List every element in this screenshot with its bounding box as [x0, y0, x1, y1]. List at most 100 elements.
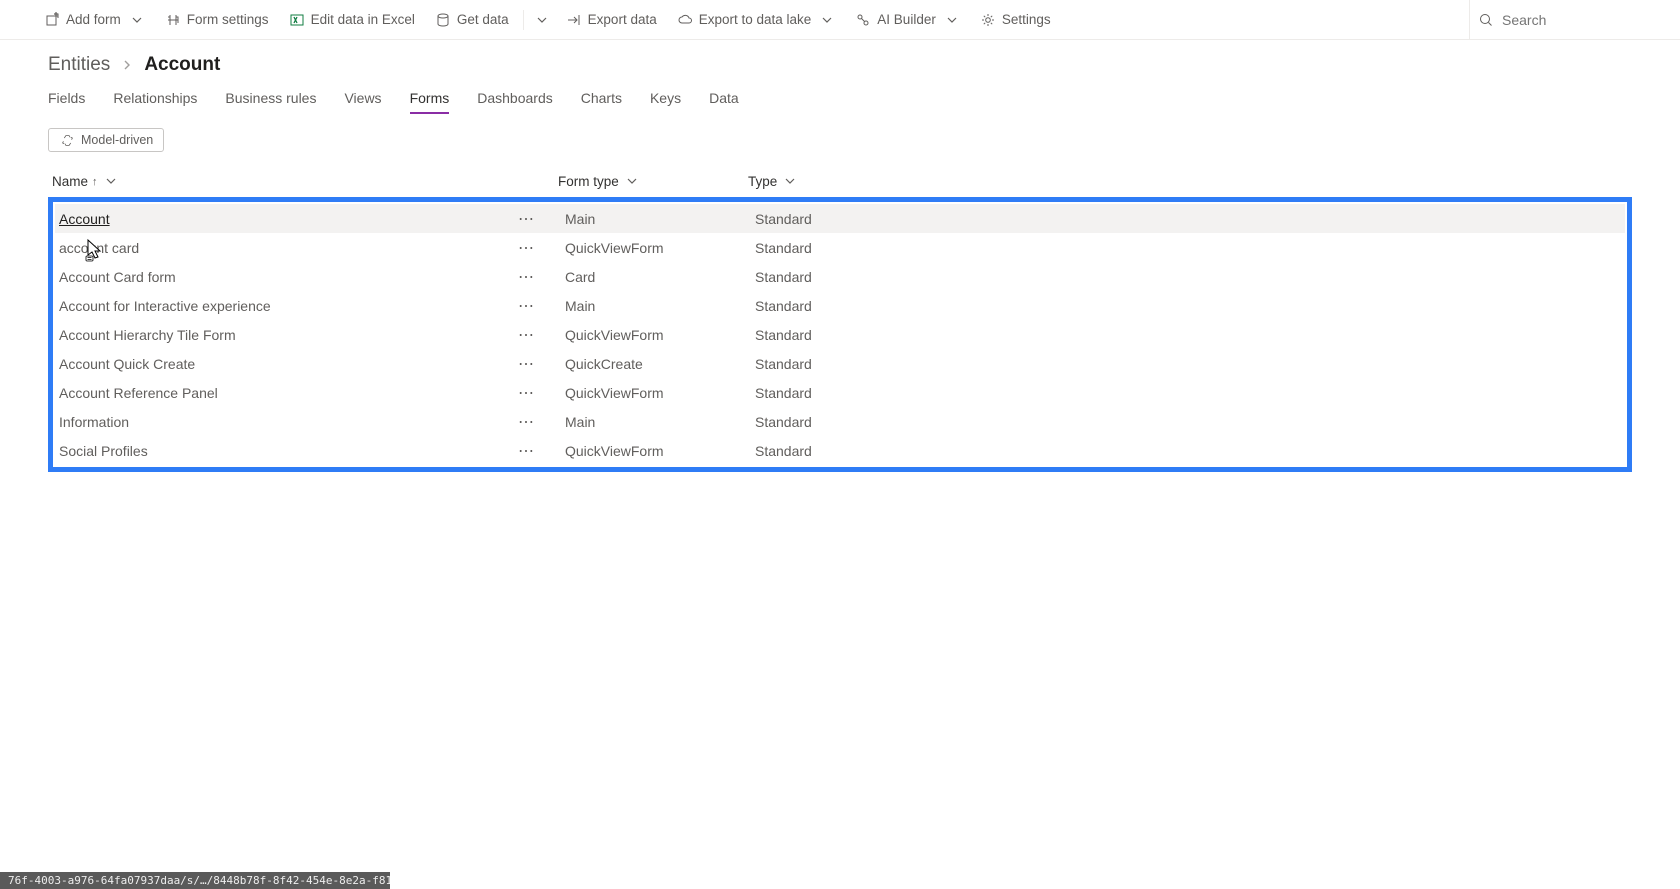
form-name-link[interactable]: Account Quick Create [59, 356, 195, 372]
form-name-link[interactable]: Account Reference Panel [59, 385, 218, 401]
settings-label: Settings [1002, 12, 1051, 27]
export-data-button[interactable]: Export data [556, 0, 667, 39]
add-form-button[interactable]: Add form [34, 0, 155, 39]
form-settings-label: Form settings [187, 12, 269, 27]
col-formtype[interactable]: Form type [558, 174, 748, 189]
tab-data[interactable]: Data [709, 90, 739, 114]
edit-excel-button[interactable]: Edit data in Excel [279, 0, 425, 39]
breadcrumb-root[interactable]: Entities [48, 54, 110, 76]
search-box[interactable] [1469, 0, 1650, 39]
cloud-icon [677, 12, 693, 28]
cell-type: Standard [755, 269, 1495, 285]
tab-charts[interactable]: Charts [581, 90, 622, 114]
more-actions-icon[interactable]: ⋯ [518, 354, 539, 374]
status-bar: 76f-4003-a976-64fa07937daa/s/…/8448b78f-… [0, 872, 390, 889]
table-row[interactable]: Social Profiles ⋯ QuickViewFormStandard [55, 436, 1625, 465]
form-name-link[interactable]: account card [59, 240, 139, 256]
more-actions-icon[interactable]: ⋯ [518, 325, 539, 345]
col-type[interactable]: Type [748, 174, 1488, 189]
chevron-down-icon [785, 174, 795, 189]
cell-form-type: QuickViewForm [565, 385, 755, 401]
chevron-down-icon [944, 12, 960, 28]
ai-builder-button[interactable]: AI Builder [845, 0, 970, 39]
cell-form-type: Main [565, 298, 755, 314]
gear-icon [980, 12, 996, 28]
col-name-label: Name [52, 174, 88, 189]
more-actions-icon[interactable]: ⋯ [518, 296, 539, 316]
more-actions-icon[interactable]: ⋯ [518, 412, 539, 432]
chevron-right-icon [122, 54, 132, 76]
recycle-icon [59, 132, 75, 148]
cell-type: Standard [755, 356, 1495, 372]
database-icon [435, 12, 451, 28]
filter-chip-label: Model-driven [81, 133, 153, 147]
form-settings-icon [165, 12, 181, 28]
chevron-down-icon [129, 12, 145, 28]
cell-form-type: QuickCreate [565, 356, 755, 372]
more-actions-icon[interactable]: ⋯ [518, 238, 539, 258]
get-data-label: Get data [457, 12, 509, 27]
cell-type: Standard [755, 443, 1495, 459]
cell-type: Standard [755, 240, 1495, 256]
table-row[interactable]: Account Hierarchy Tile Form ⋯ QuickViewFor… [55, 320, 1625, 349]
more-actions-icon[interactable]: ⋯ [518, 209, 539, 229]
tab-fields[interactable]: Fields [48, 90, 85, 114]
cell-type: Standard [755, 327, 1495, 343]
form-name-link[interactable]: Account for Interactive experience [59, 298, 271, 314]
forms-table: Name ↑ Form type Type Account⋯MainStanda… [48, 174, 1632, 472]
main-content: Entities Account Fields Relationships Busi… [0, 40, 1680, 472]
cell-type: Standard [755, 414, 1495, 430]
export-lake-button[interactable]: Export to data lake [667, 0, 846, 39]
chevron-down-icon [819, 12, 835, 28]
cell-form-type: Main [565, 211, 755, 227]
col-formtype-label: Form type [558, 174, 619, 189]
cell-form-type: QuickViewForm [565, 443, 755, 459]
table-header: Name ↑ Form type Type [48, 174, 1632, 197]
tab-dashboards[interactable]: Dashboards [477, 90, 553, 114]
form-name-link[interactable]: Account Card form [59, 269, 176, 285]
edit-excel-label: Edit data in Excel [311, 12, 415, 27]
export-icon [566, 12, 582, 28]
get-data-chevron[interactable] [528, 0, 556, 39]
more-actions-icon[interactable]: ⋯ [518, 441, 539, 461]
add-form-icon [44, 12, 60, 28]
table-row[interactable]: Account⋯MainStandard [55, 204, 1625, 233]
ai-builder-icon [855, 12, 871, 28]
tab-keys[interactable]: Keys [650, 90, 681, 114]
breadcrumb: Entities Account [48, 54, 1632, 90]
settings-button[interactable]: Settings [970, 0, 1061, 39]
table-row[interactable]: Account Reference Panel⋯QuickViewFormSta… [55, 378, 1625, 407]
cell-form-type: QuickViewForm [565, 240, 755, 256]
cell-form-type: QuickViewForm [565, 327, 755, 343]
cell-form-type: Card [565, 269, 755, 285]
filter-chip-model-driven[interactable]: Model-driven [48, 128, 164, 152]
add-form-label: Add form [66, 12, 121, 27]
table-row[interactable]: Account for Interactive experience⋯MainS… [55, 291, 1625, 320]
breadcrumb-current: Account [144, 54, 220, 76]
form-name-link[interactable]: Account Hierarchy Tile Form [59, 327, 236, 343]
more-actions-icon[interactable]: ⋯ [518, 267, 539, 287]
tab-forms[interactable]: Forms [410, 90, 450, 114]
chevron-down-icon [106, 174, 116, 189]
form-name-link[interactable]: Account [59, 211, 110, 227]
get-data-button[interactable]: Get data [425, 0, 519, 39]
filter-row: Model-driven [48, 114, 1632, 166]
table-row[interactable]: account card ⋯ QuickViewFormStandard [55, 233, 1625, 262]
command-bar: Add form Form settings Edit data in Exce… [0, 0, 1680, 40]
more-actions-icon[interactable]: ⋯ [518, 383, 539, 403]
search-icon [1478, 12, 1494, 28]
form-name-link[interactable]: Information [59, 414, 129, 430]
table-body-highlight: Account⋯MainStandardaccount card⋯QuickVi… [48, 197, 1632, 472]
table-row[interactable]: Information⋯MainStandard [55, 407, 1625, 436]
sort-asc-icon: ↑ [92, 176, 98, 188]
tab-relationships[interactable]: Relationships [113, 90, 197, 114]
table-row[interactable]: Account Card form ⋯ CardStandard [55, 262, 1625, 291]
search-input[interactable] [1502, 12, 1642, 28]
col-name[interactable]: Name ↑ [48, 174, 558, 189]
tab-business-rules[interactable]: Business rules [225, 90, 316, 114]
form-name-link[interactable]: Social Profiles [59, 443, 148, 459]
tab-views[interactable]: Views [344, 90, 381, 114]
table-row[interactable]: Account Quick Create ⋯ QuickCreateStandard [55, 349, 1625, 378]
entity-tabs: Fields Relationships Business rules Views Fo… [48, 90, 1632, 114]
form-settings-button[interactable]: Form settings [155, 0, 279, 39]
